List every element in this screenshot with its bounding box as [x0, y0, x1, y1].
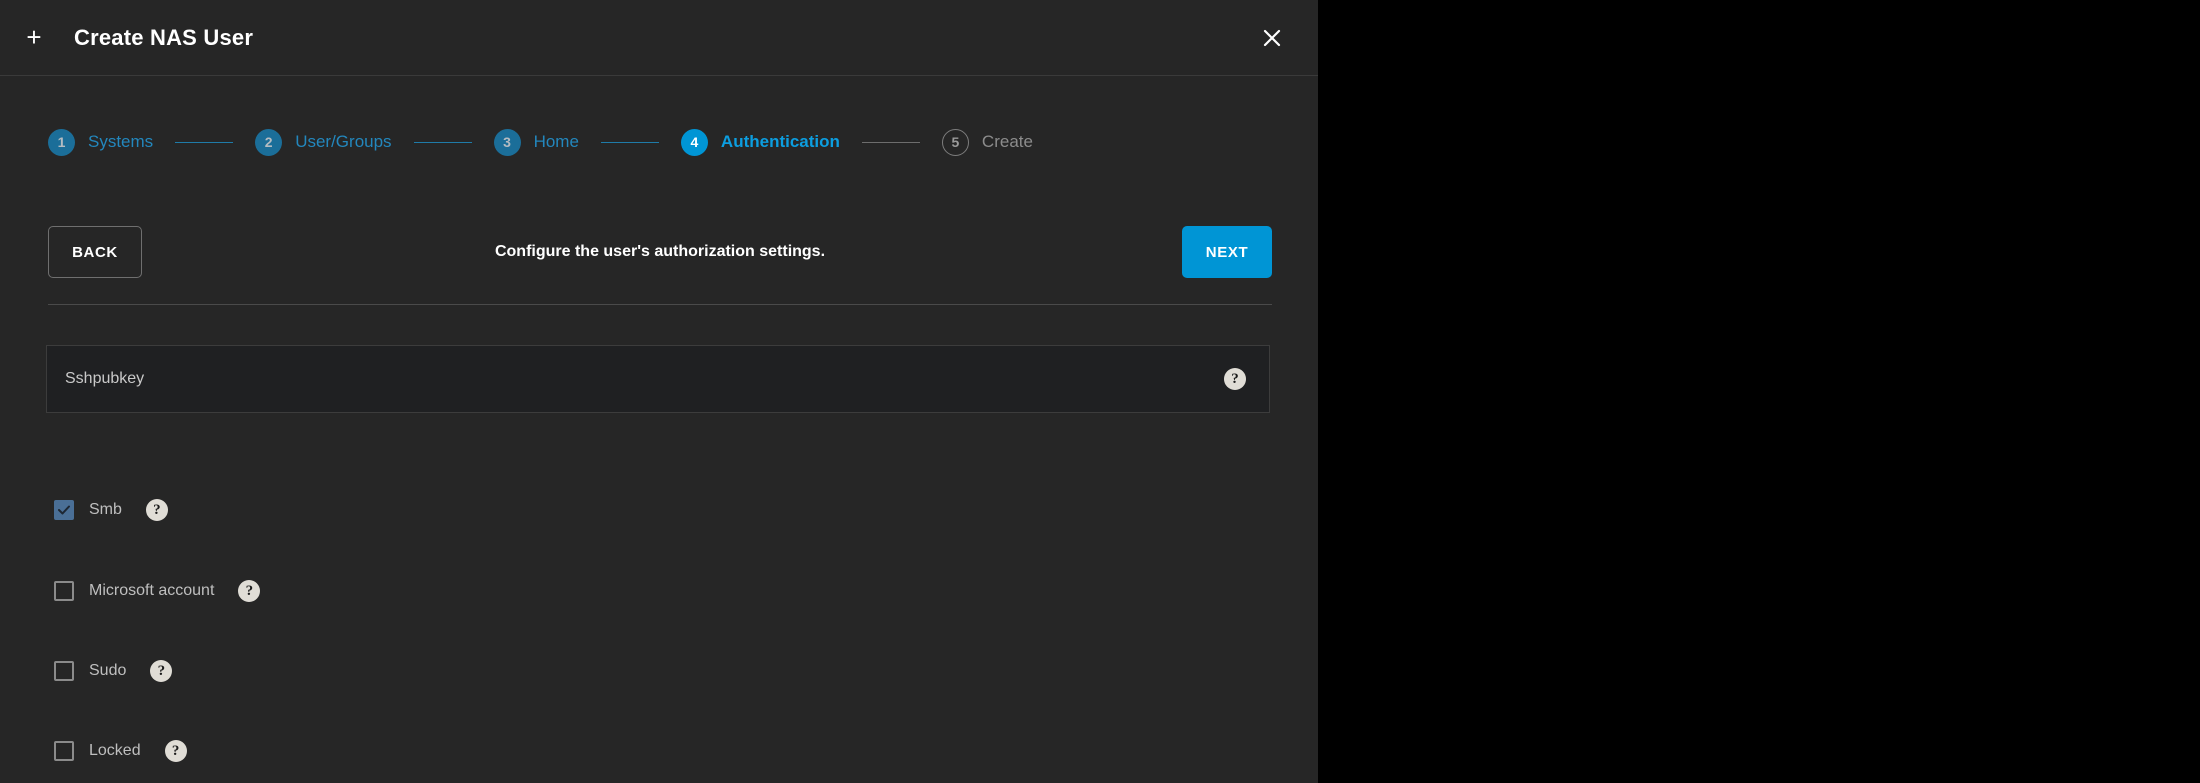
stepper-step-authentication[interactable]: 4 Authentication [681, 129, 840, 156]
checkbox-label-sudo[interactable]: Sudo [89, 662, 126, 680]
help-icon-sudo[interactable]: ? [150, 660, 172, 682]
stepper-step-user-groups[interactable]: 2 User/Groups [255, 129, 391, 156]
step-description: Configure the user's authorization setti… [495, 243, 825, 261]
step-label: Systems [88, 132, 153, 152]
step-connector-2 [414, 142, 472, 143]
help-icon-locked[interactable]: ? [165, 740, 187, 762]
checkbox-label-locked[interactable]: Locked [89, 742, 141, 760]
wizard-stepper: 1 Systems 2 User/Groups 3 Home 4 Authent… [0, 117, 1318, 167]
help-icon-sshpubkey[interactable]: ? [1224, 368, 1246, 390]
sshpubkey-field[interactable]: Sshpubkey ? [46, 345, 1270, 413]
stepper-step-create[interactable]: 5 Create [942, 129, 1033, 156]
step-label: User/Groups [295, 132, 391, 152]
wizard-nav-row: BACK Configure the user's authorization … [48, 219, 1272, 285]
checkbox-locked[interactable] [54, 741, 74, 761]
checkbox-microsoft-account[interactable] [54, 581, 74, 601]
step-number-badge: 5 [942, 129, 969, 156]
stepper-step-home[interactable]: 3 Home [494, 129, 579, 156]
dialog-header: + Create NAS User [0, 0, 1318, 76]
checkbox-smb[interactable] [54, 500, 74, 520]
step-label: Authentication [721, 132, 840, 152]
step-label: Create [982, 132, 1033, 152]
checkbox-row-microsoft-account: Microsoft account ? [54, 578, 260, 604]
step-number-badge: 1 [48, 129, 75, 156]
step-number-badge: 3 [494, 129, 521, 156]
close-icon[interactable] [1257, 23, 1287, 53]
checkbox-row-sudo: Sudo ? [54, 658, 172, 684]
help-icon-smb[interactable]: ? [146, 499, 168, 521]
backdrop [1318, 0, 2200, 783]
step-connector-1 [175, 142, 233, 143]
step-label: Home [534, 132, 579, 152]
nav-divider [48, 304, 1272, 305]
checkbox-label-smb[interactable]: Smb [89, 501, 122, 519]
checkbox-row-locked: Locked ? [54, 738, 187, 764]
back-button[interactable]: BACK [48, 226, 142, 278]
step-connector-4 [862, 142, 920, 143]
checkbox-sudo[interactable] [54, 661, 74, 681]
checkbox-label-microsoft-account[interactable]: Microsoft account [89, 582, 214, 600]
step-number-badge: 2 [255, 129, 282, 156]
step-connector-3 [601, 142, 659, 143]
checkbox-row-smb: Smb ? [54, 497, 168, 523]
help-icon-microsoft-account[interactable]: ? [238, 580, 260, 602]
sshpubkey-label: Sshpubkey [65, 370, 144, 388]
create-nas-user-dialog: + Create NAS User 1 Systems 2 User/Group… [0, 0, 1318, 783]
plus-icon[interactable]: + [22, 26, 46, 50]
step-number-badge: 4 [681, 129, 708, 156]
dialog-title: Create NAS User [74, 25, 253, 51]
stepper-step-systems[interactable]: 1 Systems [48, 129, 153, 156]
next-button[interactable]: NEXT [1182, 226, 1272, 278]
